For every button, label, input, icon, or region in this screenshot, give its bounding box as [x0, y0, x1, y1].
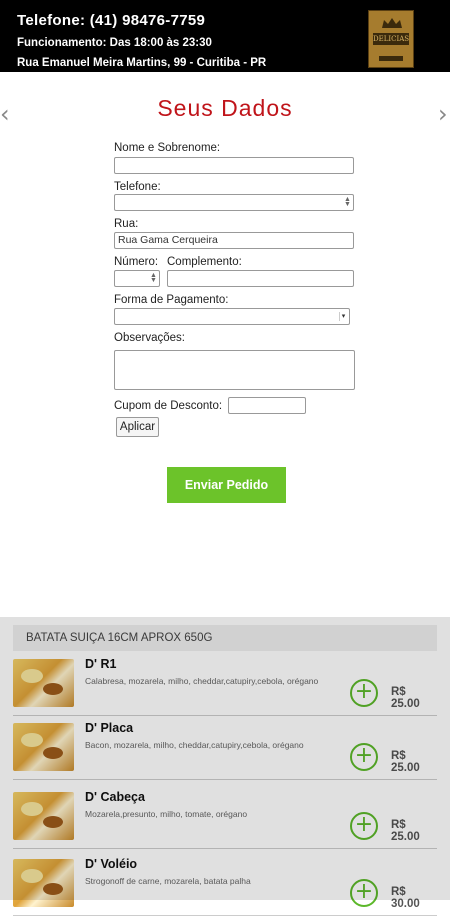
notes-textarea[interactable] — [114, 350, 355, 390]
send-order-button[interactable]: Enviar Pedido — [167, 467, 286, 503]
item-name: D' Voléio — [85, 857, 138, 871]
menu-list: BATATA SUIÇA 16CM APROX 650G D' R1 Calab… — [0, 617, 450, 916]
store-address: Rua Emanuel Meira Martins, 99 - Curitiba… — [17, 57, 267, 69]
plus-circle-icon[interactable]: + — [350, 812, 378, 840]
payment-label: Forma de Pagamento: — [114, 294, 229, 306]
store-phone: Telefone: (41) 98476-7759 — [17, 12, 206, 29]
plus-circle-icon[interactable]: + — [350, 679, 378, 707]
number-spinner-icon[interactable]: ▲ ▼ — [150, 272, 157, 284]
item-price: R$ 25.00 — [391, 750, 420, 774]
store-hours: Funcionamento: Das 18:00 às 23:30 — [17, 37, 212, 49]
item-description: Bacon, mozarela, milho, cheddar,catupiry… — [85, 740, 304, 750]
item-name: D' R1 — [85, 657, 117, 671]
number-label: Número: — [114, 256, 159, 268]
crown-icon — [382, 18, 402, 28]
number-spinner-icon[interactable]: ▲ ▼ — [344, 196, 351, 208]
plus-circle-icon[interactable]: + — [350, 743, 378, 771]
list-item[interactable]: D' Voléio Strogonoff de carne, mozarela,… — [13, 855, 437, 916]
food-thumbnail — [13, 723, 74, 771]
item-price: R$ 25.00 — [391, 819, 420, 843]
food-thumbnail — [13, 659, 74, 707]
phone-field[interactable]: ▲ ▼ — [114, 194, 354, 211]
plus-circle-icon[interactable]: + — [350, 879, 378, 907]
name-label: Nome e Sobrenome: — [114, 142, 221, 154]
item-name: D' Placa — [85, 721, 134, 735]
item-description: Mozarela,presunto, milho, tomate, orégan… — [85, 809, 248, 819]
item-name: D' Cabeça — [85, 790, 145, 804]
payment-select[interactable]: ▾ — [114, 308, 350, 325]
item-description: Strogonoff de carne, mozarela, batata pa… — [85, 876, 251, 886]
item-price: R$ 25.00 — [391, 686, 420, 710]
complement-label: Complemento: — [167, 256, 242, 268]
category-header: BATATA SUIÇA 16CM APROX 650G — [13, 625, 437, 651]
phone-label: Telefone: — [114, 181, 161, 193]
food-thumbnail — [13, 792, 74, 840]
logo-text: DELICIAS — [373, 33, 410, 45]
notes-label: Observações: — [114, 332, 185, 344]
item-price: R$ 30.00 — [391, 886, 420, 910]
page-title: Seus Dados — [157, 95, 293, 121]
name-field[interactable] — [114, 157, 354, 174]
restaurant-logo: DELICIAS — [368, 10, 414, 68]
list-item[interactable]: D' R1 Calabresa, mozarela, milho, chedda… — [13, 655, 437, 716]
coupon-field[interactable] — [228, 397, 306, 414]
list-item[interactable]: D' Cabeça Mozarela,presunto, milho, toma… — [13, 788, 437, 849]
street-field[interactable]: Rua Gama Cerqueira — [114, 232, 354, 249]
list-item[interactable]: D' Placa Bacon, mozarela, milho, cheddar… — [13, 719, 437, 780]
street-label: Rua: — [114, 218, 139, 230]
chevron-down-icon: ▾ — [339, 312, 347, 321]
complement-field[interactable] — [167, 270, 354, 287]
number-field[interactable]: ▲ ▼ — [114, 270, 160, 287]
coupon-label: Cupom de Desconto: — [114, 400, 223, 412]
item-description: Calabresa, mozarela, milho, cheddar,catu… — [85, 676, 319, 686]
store-header: Telefone: (41) 98476-7759 Funcionamento:… — [0, 0, 450, 72]
apply-coupon-button[interactable]: Aplicar — [116, 417, 159, 437]
